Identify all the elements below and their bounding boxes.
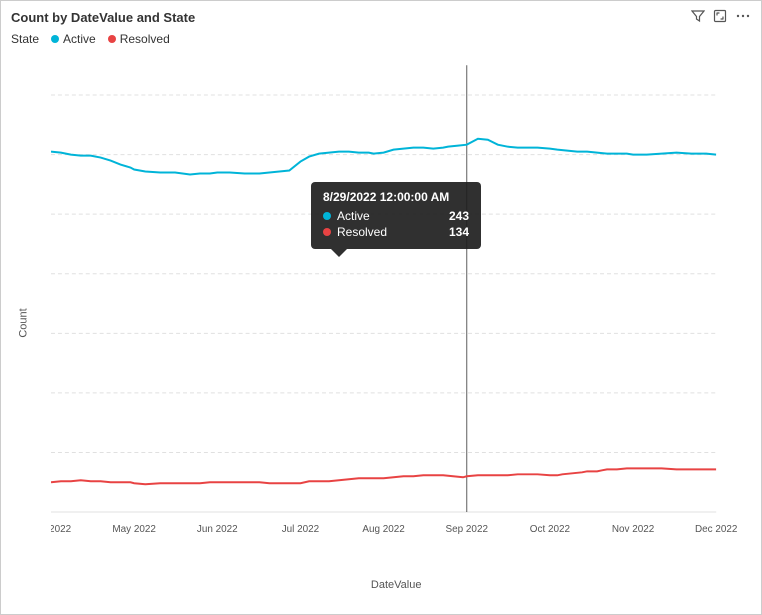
svg-text:Jun 2022: Jun 2022 bbox=[197, 524, 238, 535]
legend-dot-active bbox=[51, 35, 59, 43]
svg-text:Oct 2022: Oct 2022 bbox=[530, 524, 571, 535]
chart-icons bbox=[691, 9, 751, 26]
resolved-line bbox=[51, 468, 716, 484]
chart-header: Count by DateValue and State bbox=[1, 1, 761, 30]
legend-state-label: State bbox=[11, 32, 39, 46]
svg-text:May 2022: May 2022 bbox=[112, 524, 156, 535]
expand-icon[interactable] bbox=[713, 9, 727, 26]
x-axis-label: DateValue bbox=[371, 579, 422, 591]
svg-text:Dec 2022: Dec 2022 bbox=[695, 524, 738, 535]
active-line bbox=[51, 139, 716, 175]
legend-label-active: Active bbox=[63, 32, 96, 46]
y-axis-label: Count bbox=[18, 308, 30, 337]
legend-item-active: Active bbox=[51, 32, 96, 46]
svg-text:Apr 2022: Apr 2022 bbox=[51, 524, 72, 535]
svg-text:Jul 2022: Jul 2022 bbox=[282, 524, 320, 535]
more-icon[interactable] bbox=[735, 9, 751, 26]
legend-label-resolved: Resolved bbox=[120, 32, 170, 46]
legend-dot-resolved bbox=[108, 35, 116, 43]
legend: State Active Resolved bbox=[1, 30, 761, 52]
main-chart-svg: 260 240 220 200 180 160 140 120 Apr 2022… bbox=[51, 52, 746, 565]
chart-title: Count by DateValue and State bbox=[11, 10, 195, 25]
svg-text:Sep 2022: Sep 2022 bbox=[446, 524, 489, 535]
legend-item-resolved: Resolved bbox=[108, 32, 170, 46]
svg-text:Nov 2022: Nov 2022 bbox=[612, 524, 655, 535]
filter-icon[interactable] bbox=[691, 9, 705, 26]
chart-container: Count by DateValue and State bbox=[0, 0, 762, 615]
svg-text:Aug 2022: Aug 2022 bbox=[362, 524, 405, 535]
